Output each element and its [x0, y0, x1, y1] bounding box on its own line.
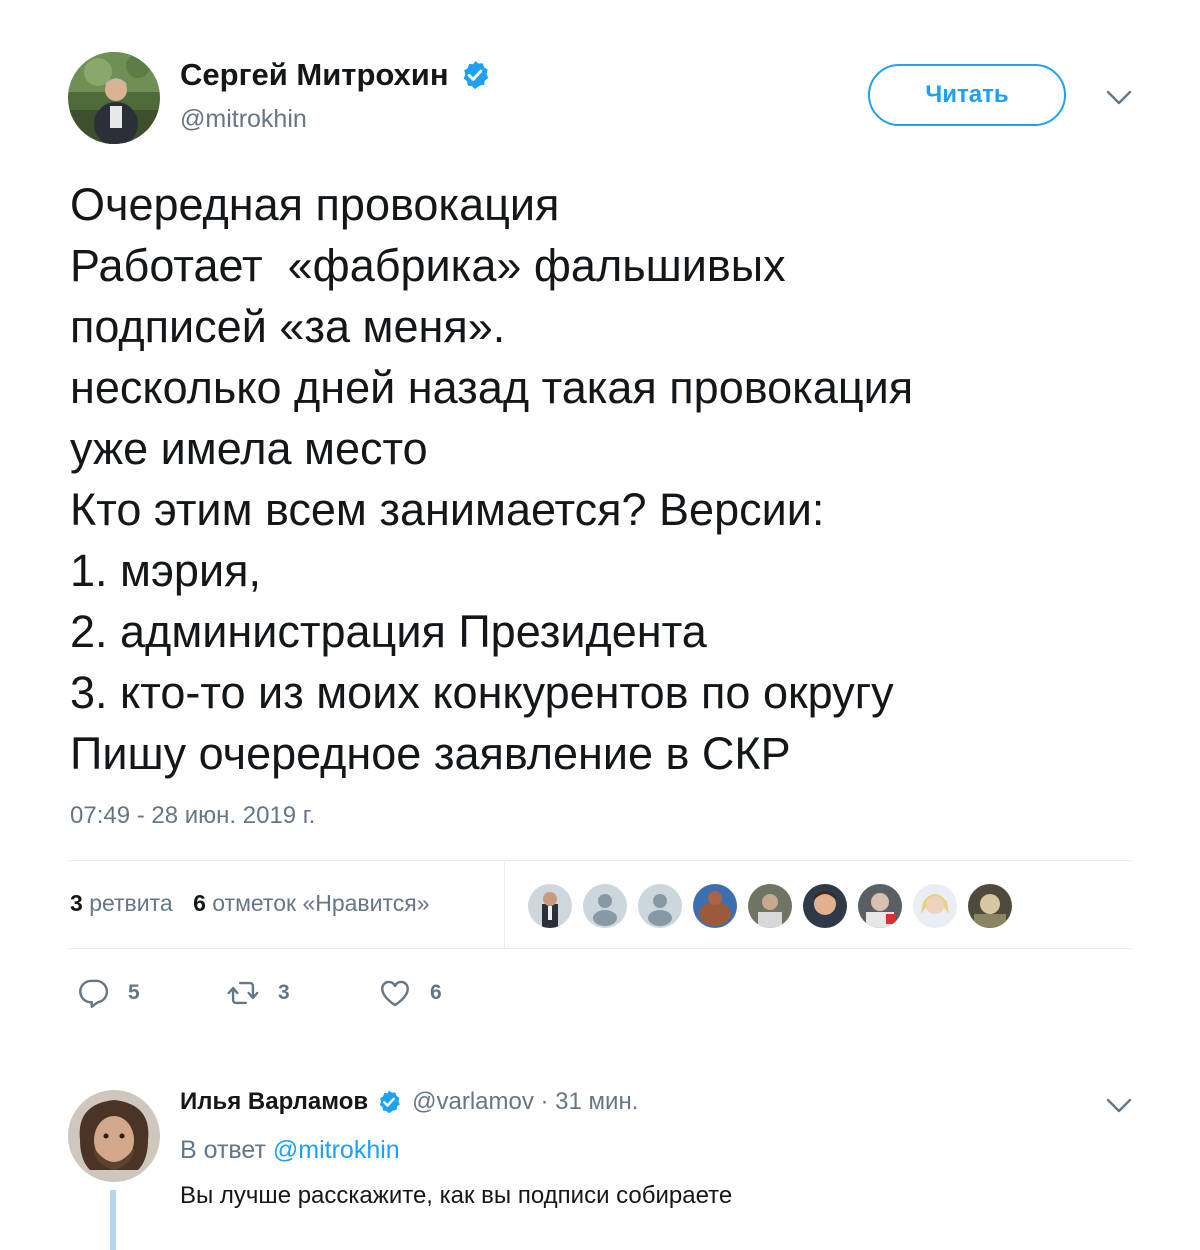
reply-author-handle[interactable]: @varlamov [412, 1088, 534, 1116]
retweet-action[interactable]: 3 [226, 976, 290, 1010]
reply-count: 5 [128, 981, 140, 1004]
liker-avatar[interactable] [526, 882, 574, 930]
thread-line [110, 1190, 116, 1250]
reply-header: Илья Варламов @varlamov · 31 мин. [180, 1088, 638, 1116]
author-handle[interactable]: @mitrokhin [180, 105, 307, 134]
author-name[interactable]: Сергей Митрохин [180, 57, 449, 93]
chevron-down-icon[interactable] [1106, 90, 1132, 106]
liker-avatar[interactable] [581, 882, 629, 930]
divider [68, 948, 1132, 949]
author-name-row: Сергей Митрохин [180, 57, 491, 93]
stats-divider [504, 862, 505, 948]
liker-avatar[interactable] [966, 882, 1014, 930]
separator: · [533, 1088, 556, 1115]
liker-avatar[interactable] [691, 882, 739, 930]
reply-author-name[interactable]: Илья Варламов [180, 1088, 368, 1116]
liker-avatar[interactable] [746, 882, 794, 930]
tweet-line: Пишу очередное заявление в СКР [70, 728, 791, 779]
reply-context: В ответ @mitrokhin [180, 1136, 400, 1165]
reply-context-prefix: В ответ [180, 1136, 273, 1164]
author-avatar[interactable] [68, 52, 160, 144]
follow-button[interactable]: Читать [868, 64, 1066, 126]
chevron-down-icon[interactable] [1106, 1098, 1132, 1114]
liker-avatar[interactable] [911, 882, 959, 930]
tweet-line: 2. администрация Президента [70, 606, 707, 657]
liker-avatar[interactable] [801, 882, 849, 930]
reply-time[interactable]: 31 мин. [555, 1088, 638, 1116]
tweet-timestamp[interactable]: 07:49 - 28 июн. 2019 г. [70, 802, 315, 830]
verified-badge-icon [463, 61, 488, 89]
tweet-line: 3. кто-то из моих конкурентов по округу [70, 667, 894, 718]
reply-context-handle[interactable]: @mitrokhin [273, 1136, 400, 1164]
tweet-line: подписей «за меня». [70, 301, 506, 352]
tweet-line: Работает «фабрика» фальшивых [70, 240, 786, 291]
reply-author-avatar[interactable] [68, 1090, 160, 1182]
like-count: 6 [430, 981, 442, 1004]
like-action[interactable]: 6 [378, 976, 442, 1010]
liker-avatar[interactable] [636, 882, 684, 930]
tweet-line: несколько дней назад такая провокация [70, 362, 914, 413]
retweet-count: 3 [278, 981, 290, 1004]
tweet-stats: 3 ретвита 6 отметок «Нравится» [70, 890, 430, 917]
reply-text: Вы лучше расскажите, как вы подписи соби… [180, 1182, 733, 1209]
divider [68, 860, 1132, 861]
retweet-icon [227, 981, 259, 1005]
tweet-line: Очередная провокация [70, 179, 560, 230]
tweet-line: уже имела место [70, 423, 428, 474]
tweet-text: Очередная провокация Работает «фабрика» … [70, 174, 1150, 784]
verified-badge-icon [379, 1090, 400, 1114]
tweet-line: 1. мэрия, [70, 545, 261, 596]
retweets-stat[interactable]: 3 ретвита [70, 890, 173, 916]
reply-icon [79, 979, 109, 1008]
likes-stat[interactable]: 6 отметок «Нравится» [193, 890, 429, 916]
liker-avatar[interactable] [856, 882, 904, 930]
tweet-line: Кто этим всем занимается? Версии: [70, 484, 825, 535]
heart-icon [381, 980, 409, 1007]
reply-action[interactable]: 5 [76, 976, 140, 1010]
